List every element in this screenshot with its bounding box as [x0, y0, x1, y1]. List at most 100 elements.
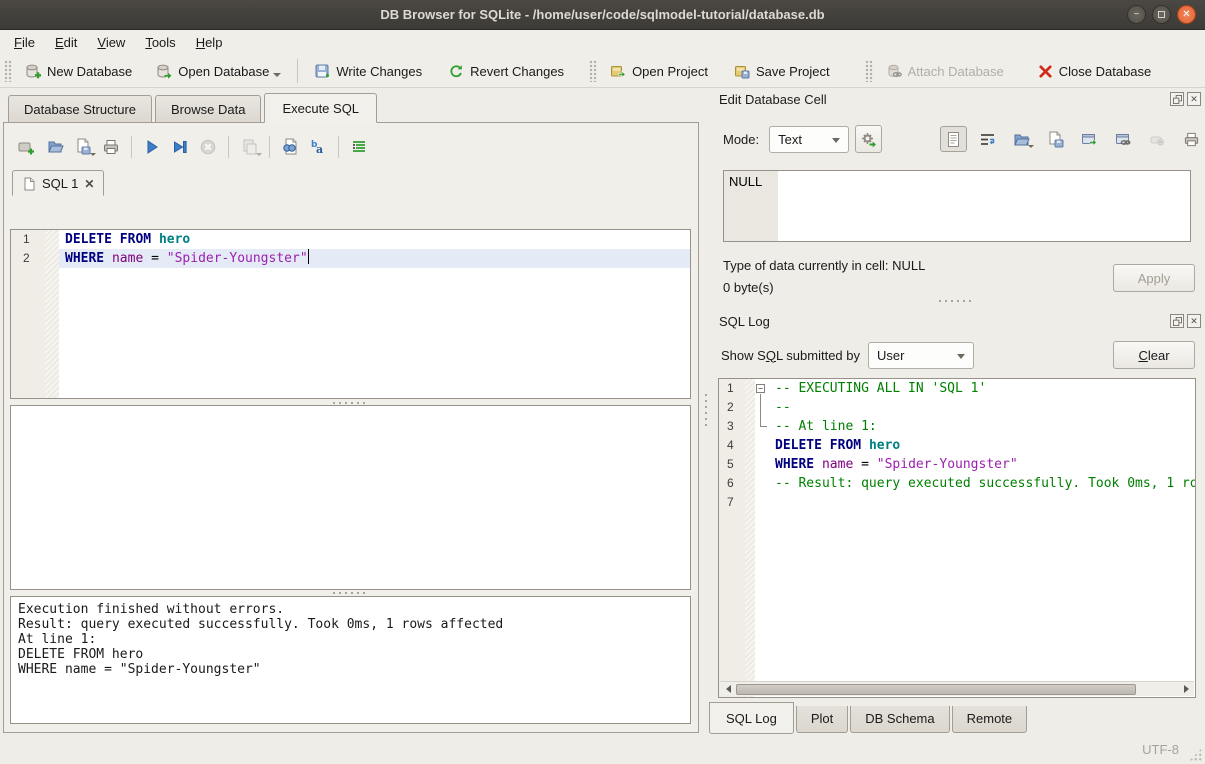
text-document-icon	[945, 131, 962, 148]
sql1-tab-label: SQL 1	[42, 176, 78, 191]
tab-sql-log[interactable]: SQL Log	[709, 702, 794, 734]
close-dock-icon[interactable]: ✕	[1187, 314, 1201, 328]
toolbar-separator	[297, 59, 298, 83]
cell-editor[interactable]: NULL	[723, 170, 1191, 242]
scroll-left-icon[interactable]	[720, 682, 736, 697]
close-database-icon	[1038, 64, 1053, 79]
toolbar-grip[interactable]	[589, 60, 597, 82]
message-line: WHERE name = "Spider-Youngster"	[18, 662, 683, 677]
encoding-indicator[interactable]: UTF-8	[1142, 742, 1179, 757]
chevron-down-icon[interactable]	[273, 73, 281, 77]
toolbar-separator	[338, 136, 339, 158]
mode-select[interactable]: Text	[769, 126, 849, 153]
scrollbar-thumb[interactable]	[736, 684, 1136, 695]
menu-edit[interactable]: Edit	[45, 32, 87, 53]
tab-execute-sql[interactable]: Execute SQL	[264, 93, 377, 123]
scroll-right-icon[interactable]	[1178, 682, 1194, 697]
menu-file[interactable]: File	[4, 32, 45, 53]
stop-execution-button	[195, 134, 221, 160]
message-line: Execution finished without errors.	[18, 602, 683, 617]
open-database-button[interactable]: Open Database	[147, 59, 290, 83]
code-line: 4DELETE FROM hero	[719, 436, 1195, 455]
close-dock-icon[interactable]: ✕	[1187, 92, 1201, 106]
text-cursor	[308, 249, 310, 264]
toolbar-grip[interactable]	[4, 60, 12, 82]
message-line: At line 1:	[18, 632, 683, 647]
sql1-tab[interactable]: SQL 1 ✕	[12, 170, 104, 196]
main-tab-bar: Database Structure Browse Data Execute S…	[0, 88, 702, 122]
pane-splitter[interactable]	[702, 88, 709, 735]
sql-log-dock-buttons: ✕	[1170, 314, 1201, 328]
print-sql-button[interactable]	[98, 134, 124, 160]
format-letters-icon: ba	[309, 138, 327, 156]
apply-button: Apply	[1113, 264, 1195, 292]
menu-tools[interactable]: Tools	[135, 32, 185, 53]
close-tab-icon[interactable]: ✕	[84, 177, 94, 191]
open-sql-file-button[interactable]	[42, 134, 68, 160]
chevron-down-icon[interactable]	[1028, 145, 1034, 148]
copy-link-button[interactable]	[1110, 126, 1137, 152]
left-pane: Database Structure Browse Data Execute S…	[0, 88, 702, 735]
submitted-by-select[interactable]: User	[868, 342, 974, 369]
find-button[interactable]	[277, 134, 303, 160]
results-grid-pane[interactable]	[10, 405, 691, 590]
clear-button[interactable]: Clear	[1113, 341, 1195, 369]
float-dock-icon[interactable]	[1170, 92, 1184, 106]
maximize-button[interactable]	[1152, 5, 1171, 24]
new-sql-tab-button[interactable]	[14, 134, 40, 160]
horizontal-scrollbar[interactable]	[720, 681, 1194, 696]
menu-help[interactable]: Help	[186, 32, 233, 53]
open-external-button[interactable]	[1076, 126, 1103, 152]
save-sql-file-button[interactable]	[70, 134, 96, 160]
apply-format-button[interactable]	[855, 125, 882, 153]
print-cell-button[interactable]	[1178, 126, 1205, 152]
tab-remote[interactable]: Remote	[952, 706, 1028, 733]
import-cell-data-button[interactable]	[1008, 126, 1035, 152]
format-sql-button[interactable]: ba	[305, 134, 331, 160]
open-database-icon	[156, 63, 172, 79]
export-cell-data-button[interactable]	[1042, 126, 1069, 152]
message-line: DELETE FROM hero	[18, 647, 683, 662]
tab-db-schema[interactable]: DB Schema	[850, 706, 949, 733]
close-button[interactable]: ✕	[1177, 5, 1196, 24]
new-database-icon	[25, 63, 41, 79]
fold-collapse-icon[interactable]: −	[755, 379, 769, 398]
close-database-button[interactable]: Close Database	[1029, 60, 1161, 83]
cell-editor-icons	[940, 126, 1205, 152]
execute-all-button[interactable]	[139, 134, 165, 160]
execution-message-pane[interactable]: Execution finished without errors.Result…	[10, 596, 691, 724]
chevron-down-icon	[256, 153, 262, 156]
execute-line-button[interactable]	[167, 134, 193, 160]
tab-plot[interactable]: Plot	[796, 706, 848, 733]
sql-log-view[interactable]: 1−-- EXECUTING ALL IN 'SQL 1'2--3-- At l…	[718, 378, 1196, 698]
tab-browse-data[interactable]: Browse Data	[155, 95, 261, 122]
auto-indent-button[interactable]	[346, 134, 372, 160]
resize-grip[interactable]	[1189, 748, 1202, 761]
minimize-button[interactable]: −	[1127, 5, 1146, 24]
edit-cell-dock-buttons: ✕	[1170, 92, 1201, 106]
stop-icon	[199, 138, 217, 156]
cell-value: NULL	[729, 174, 762, 189]
word-wrap-button[interactable]	[974, 126, 1001, 152]
attach-database-button: Attach Database	[877, 59, 1013, 83]
title-bar: DB Browser for SQLite - /home/user/code/…	[0, 0, 1205, 30]
save-project-button[interactable]: Save Project	[725, 59, 839, 83]
text-view-button[interactable]	[940, 126, 967, 152]
save-project-icon	[734, 63, 750, 79]
code-line: 5WHERE name = "Spider-Youngster"	[719, 455, 1195, 474]
sql-editor[interactable]: 1DELETE FROM hero2WHERE name = "Spider-Y…	[10, 229, 691, 399]
dock-splitter-handle[interactable]	[709, 298, 1205, 304]
menu-view[interactable]: View	[87, 32, 135, 53]
write-changes-button[interactable]: Write Changes	[305, 59, 431, 83]
float-dock-icon[interactable]	[1170, 314, 1184, 328]
play-to-line-icon	[171, 138, 189, 156]
edit-cell-title: Edit Database Cell	[719, 92, 827, 107]
new-database-button[interactable]: New Database	[16, 59, 141, 83]
revert-changes-button[interactable]: Revert Changes	[439, 59, 573, 83]
open-project-button[interactable]: Open Project	[601, 59, 717, 83]
document-icon	[22, 177, 36, 191]
tab-database-structure[interactable]: Database Structure	[8, 95, 152, 122]
chevron-down-icon[interactable]	[90, 153, 96, 156]
toolbar-separator	[269, 136, 270, 158]
toolbar-grip[interactable]	[865, 60, 873, 82]
